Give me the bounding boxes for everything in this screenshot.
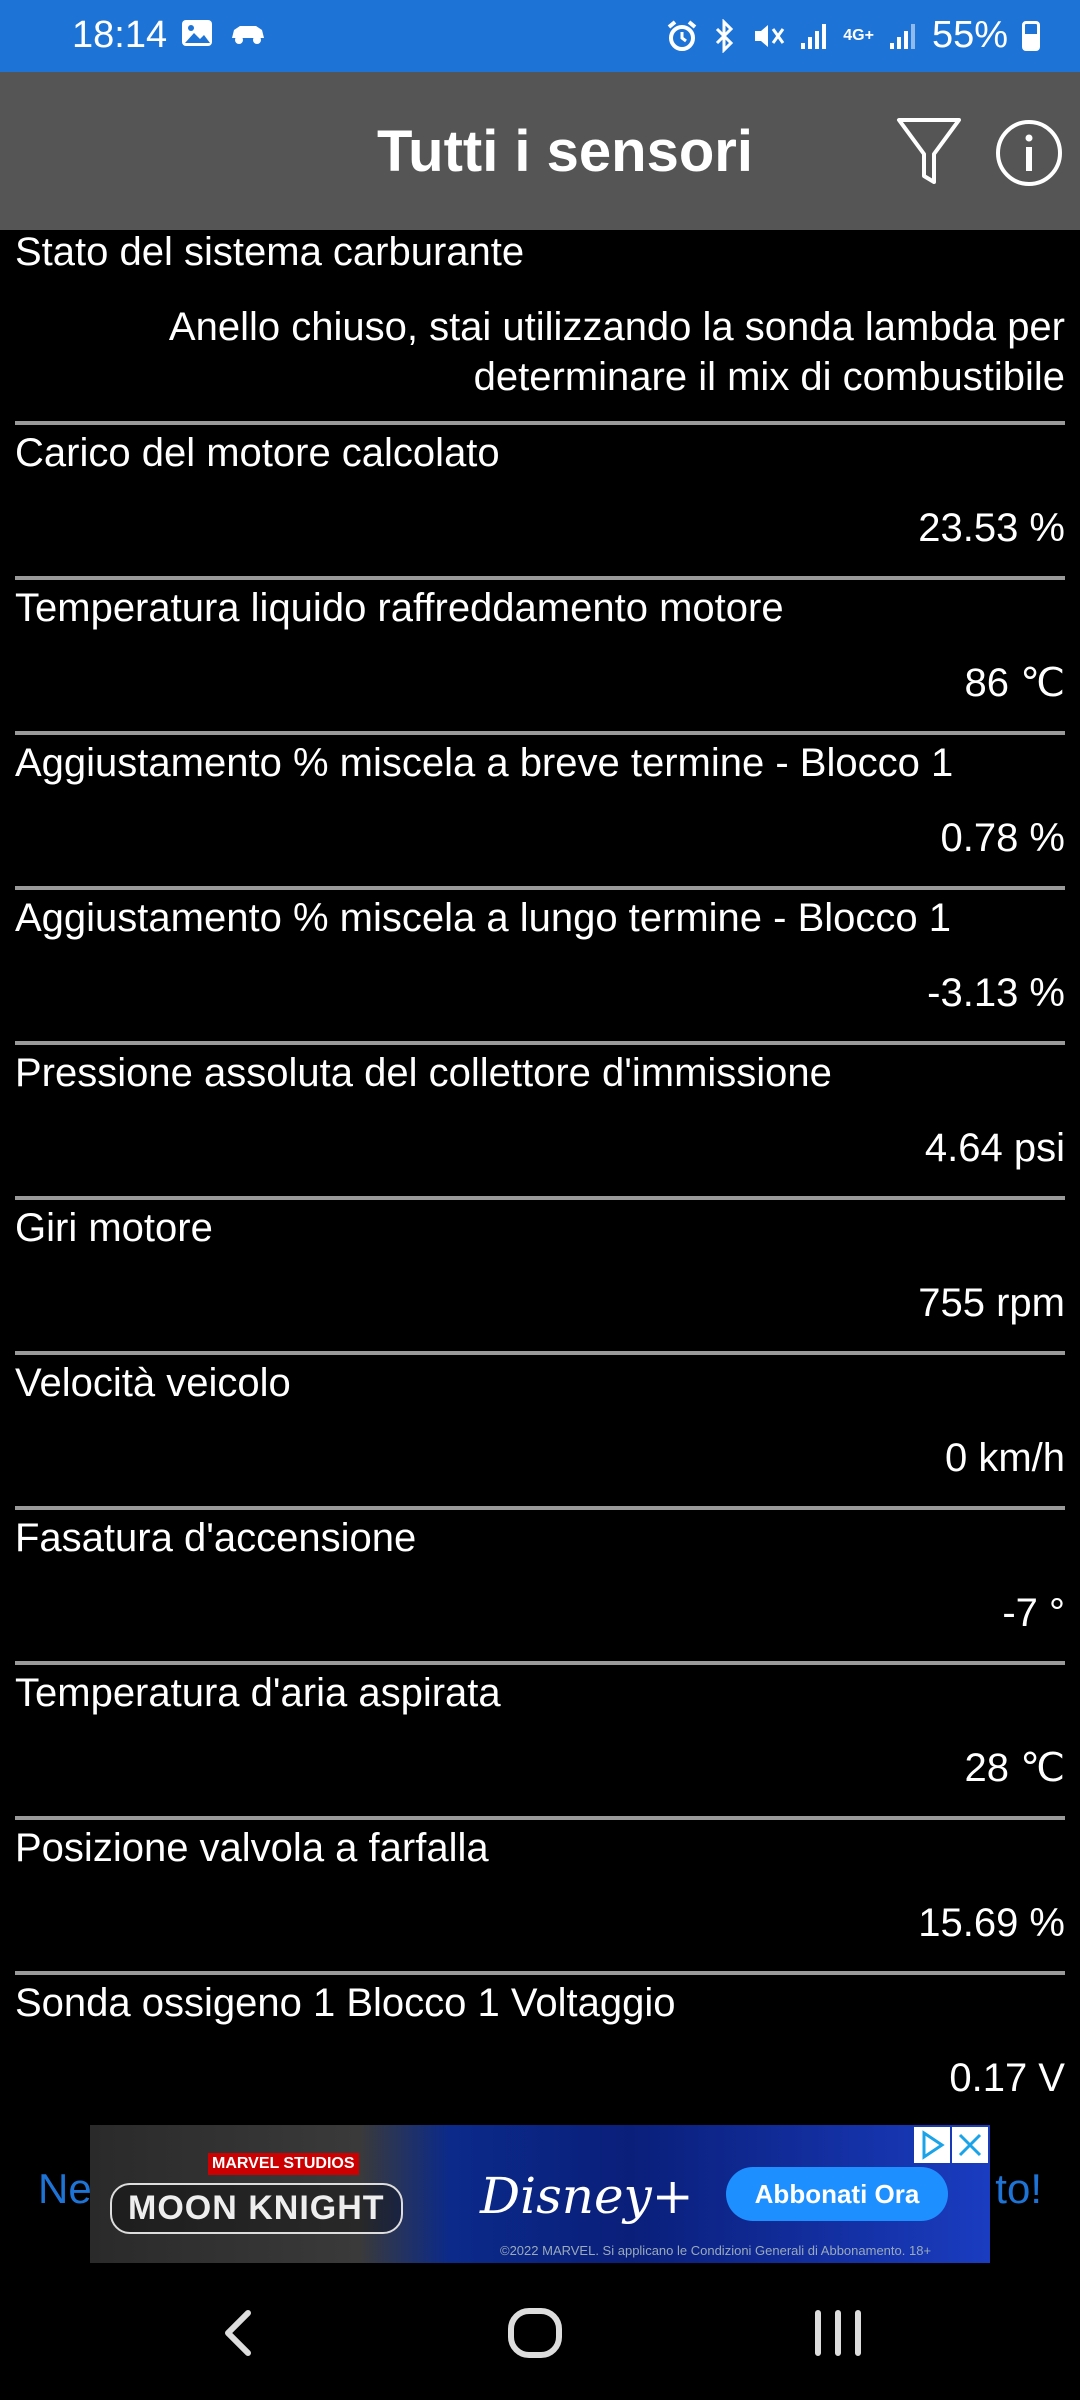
app-bar: Tutti i sensori [0,72,1080,230]
filter-icon [897,118,961,184]
ad-studio-logo: MARVEL STUDIOS [208,2153,359,2175]
sensor-row[interactable]: Stato del sistema carburante Anello chiu… [15,230,1065,425]
car-icon [228,20,268,46]
sensor-row[interactable]: Posizione valvola a farfalla 15.69 % [15,1820,1065,1975]
status-left-icons [180,18,268,48]
adchoices-icon[interactable] [914,2127,950,2163]
sensor-row[interactable]: Aggiustamento % miscela a breve termine … [15,735,1065,890]
sensor-value: 86 ℃ [964,661,1065,705]
sensor-row[interactable]: Pressione assoluta del collettore d'immi… [15,1045,1065,1200]
ad-subscribe-button[interactable]: Abbonati Ora [726,2167,948,2221]
gallery-icon [180,18,214,48]
sensor-row[interactable]: Aggiustamento % miscela a lungo termine … [15,890,1065,1045]
bluetooth-icon [713,18,737,53]
sensor-row[interactable]: Giri motore 755 rpm [15,1200,1065,1355]
filter-button[interactable] [894,112,964,192]
sensor-value: 28 ℃ [964,1746,1065,1790]
info-button[interactable] [994,118,1064,188]
sensor-list[interactable]: Stato del sistema carburante Anello chiu… [0,230,1080,2155]
sensor-label: Temperatura d'aria aspirata [15,1671,501,1715]
navigation-bar [0,2265,1080,2400]
sensor-value: 0.78 % [940,816,1065,860]
sensor-label: Stato del sistema carburante [15,230,525,274]
back-icon [225,2310,251,2356]
sensor-label: Aggiustamento % miscela a breve termine … [15,741,954,785]
sensor-label: Aggiustamento % miscela a lungo termine … [15,896,952,940]
status-time: 18:14 [72,14,168,56]
sensor-value: Anello chiuso, stai utilizzando la sonda… [168,305,1065,399]
sensor-row[interactable]: Carico del motore calcolato 23.53 % [15,425,1065,580]
mute-icon [751,19,785,53]
ad-movie-title: MOON KNIGHT [110,2183,403,2234]
info-icon [996,120,1062,186]
ad-strip: Ne to! MARVEL STUDIOS MOON KNIGHT Disney… [0,2125,1080,2265]
sensor-row[interactable]: Velocità veicolo 0 km/h [15,1355,1065,1510]
sensor-label: Pressione assoluta del collettore d'immi… [15,1051,832,1095]
home-icon [508,2308,562,2358]
battery-icon [1022,20,1040,51]
network-type: 4G+ [843,26,874,44]
sensor-value: 0.17 V [949,2056,1065,2100]
signal-icon [888,21,918,51]
sensor-label: Giri motore [15,1206,213,1250]
home-button[interactable] [505,2303,565,2363]
back-button[interactable] [210,2303,270,2363]
sensor-label: Carico del motore calcolato [15,431,500,475]
sensor-value: -3.13 % [927,971,1065,1015]
status-right-icons: 4G+ 55% [665,14,1040,57]
sensor-label: Temperatura liquido raffreddamento motor… [15,586,784,630]
ad-legal-text: ©2022 MARVEL. Si applicano le Condizioni… [500,2243,932,2258]
alarm-icon [665,19,699,53]
signal-icon [799,21,829,51]
sensor-label: Sonda ossigeno 1 Blocco 1 Voltaggio [15,1981,676,2025]
sensor-value: 15.69 % [918,1901,1065,1945]
ad-banner[interactable]: MARVEL STUDIOS MOON KNIGHT Disney+ Abbon… [90,2125,990,2263]
ad-brand-logo: Disney+ [480,2167,694,2225]
sensor-value: -7 ° [1002,1591,1065,1635]
status-bar: 18:14 4G+ 55% [0,0,1080,72]
ad-close-icon[interactable] [952,2127,988,2163]
battery-percent: 55% [931,14,1008,56]
ad-peek-text-left: Ne [38,2165,92,2212]
sensor-row[interactable]: Temperatura d'aria aspirata 28 ℃ [15,1665,1065,1820]
sensor-value: 23.53 % [918,506,1065,550]
sensor-label: Fasatura d'accensione [15,1516,417,1560]
recent-apps-button[interactable] [808,2303,868,2363]
sensor-row[interactable]: Temperatura liquido raffreddamento motor… [15,580,1065,735]
recent-apps-icon [815,2310,861,2356]
sensor-value: 0 km/h [944,1436,1065,1480]
sensor-label: Posizione valvola a farfalla [15,1826,489,1870]
sensor-value: 755 rpm [918,1281,1065,1325]
sensor-value: 4.64 psi [924,1126,1065,1170]
ad-peek-text-right: to! [995,2165,1042,2212]
sensor-row[interactable]: Fasatura d'accensione -7 ° [15,1510,1065,1665]
sensor-label: Velocità veicolo [15,1361,291,1405]
